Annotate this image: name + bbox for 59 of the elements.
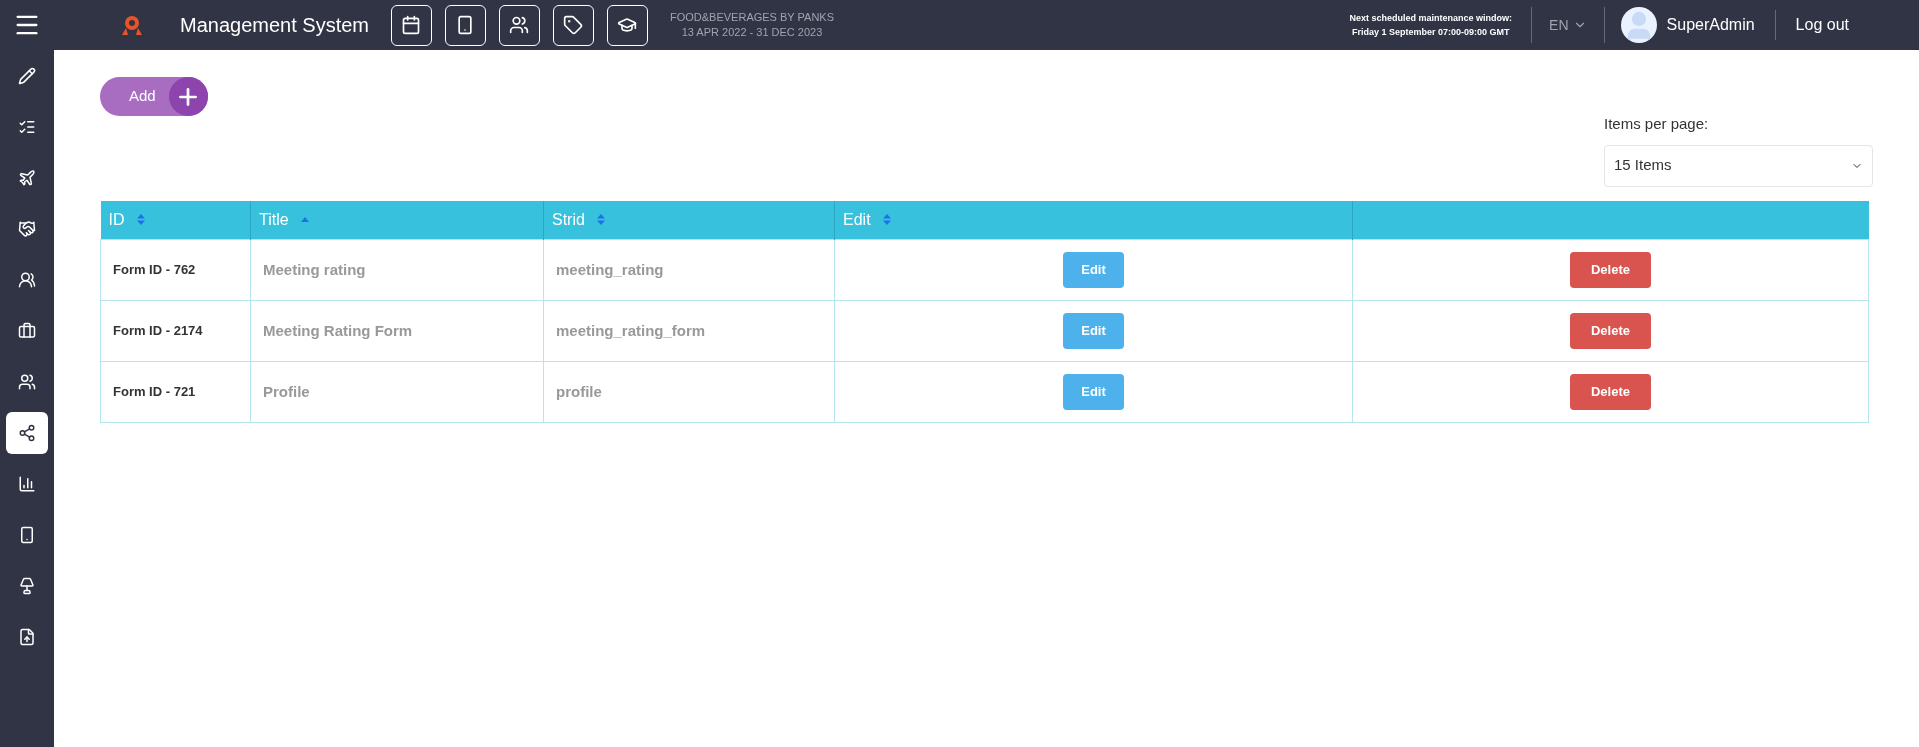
- app-title: Management System: [180, 13, 369, 38]
- graduation-cap-icon: [617, 15, 638, 35]
- table-cell: Form ID - 762: [100, 239, 251, 301]
- table-cell: Meeting rating: [250, 239, 544, 301]
- event-dates: 13 APR 2022 - 31 DEC 2023: [681, 25, 823, 40]
- column-header[interactable]: ID: [100, 200, 251, 240]
- calendar-button[interactable]: [391, 4, 432, 46]
- user-name: SuperAdmin: [1666, 15, 1755, 35]
- handshake-icon: [18, 220, 36, 238]
- column-header[interactable]: Strid: [543, 200, 835, 240]
- table-cell: meeting_rating: [543, 239, 835, 301]
- delete-button[interactable]: Delete: [1570, 252, 1651, 288]
- plane-icon: [18, 169, 36, 187]
- sort-icon: [136, 214, 145, 226]
- sort-icon: [882, 214, 891, 226]
- group-icon: [18, 271, 36, 289]
- column-header[interactable]: Edit: [834, 200, 1353, 240]
- delete-button[interactable]: Delete: [1570, 313, 1651, 349]
- bar-chart-icon: [18, 475, 36, 493]
- maintenance-label: Next scheduled maintenance window:: [1349, 12, 1513, 25]
- edit-button[interactable]: Edit: [1063, 374, 1124, 410]
- briefcase-icon: [18, 322, 36, 340]
- plus-icon: [168, 77, 208, 116]
- table-cell: Form ID - 721: [100, 361, 251, 423]
- sidebar-item[interactable]: [6, 412, 48, 454]
- sort-ascending-icon: [300, 217, 309, 223]
- edit-button[interactable]: Edit: [1063, 252, 1124, 288]
- language-select[interactable]: EN: [1532, 14, 1604, 36]
- add-button[interactable]: Add: [100, 77, 208, 116]
- phone-button[interactable]: [445, 4, 486, 46]
- delete-button[interactable]: Delete: [1570, 374, 1651, 410]
- phone-icon: [18, 526, 36, 544]
- items-per-page-label: Items per page:: [1604, 114, 1709, 134]
- graduation-cap-button[interactable]: [607, 4, 648, 46]
- tag-button[interactable]: [553, 4, 594, 46]
- column-header[interactable]: Title: [250, 200, 544, 240]
- users-button[interactable]: [499, 4, 540, 46]
- table-cell: profile: [543, 361, 835, 423]
- avatar-icon: [1620, 7, 1657, 43]
- table-cell: Profile: [250, 361, 544, 423]
- table-cell: Form ID - 2174: [100, 300, 251, 362]
- users-icon: [509, 15, 530, 35]
- calendar-icon: [401, 15, 422, 35]
- table-cell: meeting_rating_form: [543, 300, 835, 362]
- list-icon: [18, 118, 36, 136]
- share-icon: [18, 424, 36, 442]
- sort-icon: [596, 214, 605, 226]
- file-upload-icon: [18, 628, 36, 646]
- maintenance-time: Friday 1 September 07:00-09:00 GMT: [1352, 26, 1510, 39]
- logout-link[interactable]: Log out: [1795, 13, 1849, 37]
- edit-button[interactable]: Edit: [1063, 313, 1124, 349]
- pencil-icon: [18, 67, 36, 85]
- lamp-icon: [18, 577, 36, 595]
- items-per-page-select[interactable]: 15 Items: [1604, 144, 1873, 187]
- logo-icon: [120, 14, 144, 36]
- users-icon: [18, 373, 36, 391]
- event-name: FOOD&BEVERAGES BY PANKS: [670, 10, 835, 25]
- tag-icon: [563, 15, 584, 35]
- table-cell: Meeting Rating Form: [250, 300, 544, 362]
